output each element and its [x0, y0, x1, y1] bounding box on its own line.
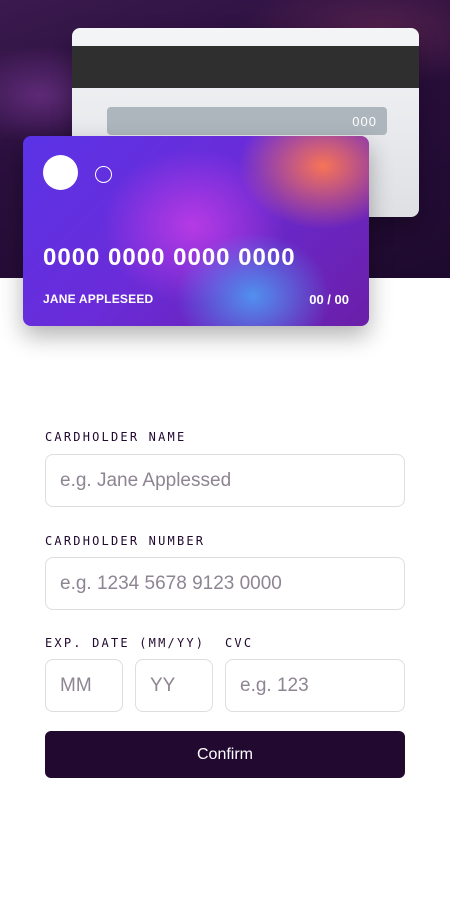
confirm-button[interactable]: Confirm [45, 731, 405, 778]
card-back-cvc: 000 [352, 114, 377, 129]
exp-date-label: Exp. Date (MM/YY) [45, 636, 206, 650]
card-form: Cardholder Name Cardholder Number Exp. D… [45, 430, 405, 778]
card-logo-circle-filled-icon [43, 155, 78, 190]
cardholder-name-input[interactable] [45, 454, 405, 507]
cvc-input[interactable] [225, 659, 405, 712]
magnetic-stripe [72, 46, 419, 88]
card-number-field: Cardholder Number [45, 534, 405, 610]
expiry-cvc-inputs [45, 659, 405, 712]
card-number-input[interactable] [45, 557, 405, 610]
signature-strip: 000 [107, 107, 387, 135]
card-front: 0000 0000 0000 0000 JANE APPLESEED 00 / … [23, 136, 369, 326]
card-details-page: 000 0000 0000 0000 0000 JANE APPLESEED 0… [0, 0, 450, 923]
card-logo-circle-outline-icon [95, 166, 112, 183]
cardholder-name-field: Cardholder Name [45, 430, 405, 507]
cvc-label: CVC [225, 636, 254, 650]
exp-year-input[interactable] [135, 659, 213, 712]
card-number-display: 0000 0000 0000 0000 [43, 244, 296, 271]
card-number-label: Cardholder Number [45, 534, 206, 548]
card-expiry-display: 00 / 00 [309, 292, 349, 307]
expiry-cvc-labels: Exp. Date (MM/YY) CVC [45, 636, 405, 650]
card-holder-display: JANE APPLESEED [43, 292, 154, 306]
cardholder-name-label: Cardholder Name [45, 430, 187, 444]
exp-month-input[interactable] [45, 659, 123, 712]
